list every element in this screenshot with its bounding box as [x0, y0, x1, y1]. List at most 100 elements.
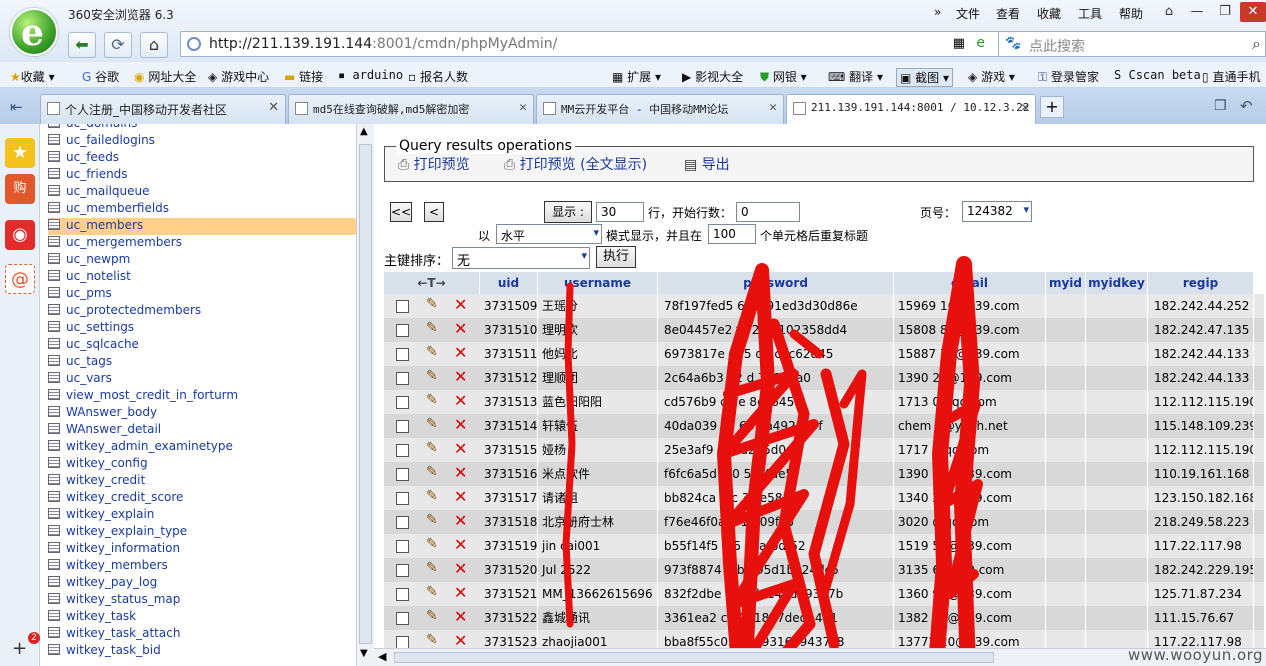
tab-phpmyadmin[interactable]: 211.139.191.144:8001 / 10.12.3.22 ✕: [786, 94, 1036, 124]
minimize-button[interactable]: —: [1184, 2, 1210, 22]
bookmark-arduino[interactable]: ▪ arduino: [338, 68, 403, 82]
table-list-item[interactable]: uc_friends: [48, 167, 356, 184]
table-list-item[interactable]: uc_domains: [48, 124, 356, 133]
table-list-item[interactable]: uc_vars: [48, 371, 356, 388]
menu-help[interactable]: 帮助: [1119, 5, 1143, 22]
table-icon[interactable]: [48, 168, 60, 179]
table-list-item[interactable]: witkey_credit_score: [48, 490, 356, 507]
tab-mm-forum[interactable]: MM云开发平台 - 中国移动MM论坛 ✕: [536, 94, 784, 124]
menu-chevron-icon[interactable]: »: [934, 5, 941, 19]
scroll-down-icon[interactable]: ▼: [360, 648, 368, 659]
bookmark-sites[interactable]: ◉ 网址大全: [134, 68, 196, 85]
table-icon[interactable]: [48, 151, 60, 162]
table-icon[interactable]: [48, 185, 60, 196]
table-icon[interactable]: [48, 253, 60, 264]
table-list-item[interactable]: witkey_pay_log: [48, 575, 356, 592]
table-list-item[interactable]: uc_tags: [48, 354, 356, 371]
table-icon[interactable]: [48, 304, 60, 315]
table-icon[interactable]: [48, 372, 60, 383]
toolbar-phone[interactable]: ▯ 直通手机: [1202, 68, 1260, 85]
sidebar-toggle-icon[interactable]: ⇤: [10, 98, 23, 116]
table-list-item[interactable]: witkey_credit: [48, 473, 356, 490]
qr-icon[interactable]: ▦: [953, 36, 965, 51]
table-name[interactable]: witkey_credit_score: [66, 490, 183, 504]
bookmark-links[interactable]: ▬ 链接: [284, 68, 323, 85]
search-box[interactable]: 🐾 点此搜索 ⌕: [998, 31, 1266, 57]
toolbar-screenshot[interactable]: ▣ 截图 ▾: [896, 68, 954, 87]
table-icon[interactable]: [48, 124, 60, 128]
table-name[interactable]: uc_memberfields: [66, 201, 169, 215]
table-icon[interactable]: [48, 491, 60, 502]
table-list-item[interactable]: uc_newpm: [48, 252, 356, 269]
bookmark-signups[interactable]: ▫ 报名人数: [408, 68, 468, 85]
toolbar-games[interactable]: ◈ 游戏 ▾: [968, 68, 1015, 85]
table-list-item[interactable]: witkey_admin_examinetype: [48, 439, 356, 456]
table-name[interactable]: witkey_status_map: [66, 592, 180, 606]
table-name[interactable]: uc_pms: [66, 286, 112, 300]
scroll-up-icon[interactable]: ▲: [360, 126, 368, 137]
table-icon[interactable]: [48, 457, 60, 468]
table-list-item[interactable]: uc_mergemembers: [48, 235, 356, 252]
table-icon[interactable]: [48, 593, 60, 604]
table-icon[interactable]: [48, 576, 60, 587]
toolbar-cscan[interactable]: S Cscan beta: [1114, 68, 1201, 82]
table-list-item[interactable]: uc_feeds: [48, 150, 356, 167]
new-tab-button[interactable]: +: [1040, 96, 1064, 118]
table-list-item[interactable]: witkey_task_attach: [48, 626, 356, 643]
home-button[interactable]: ⌂: [140, 32, 168, 58]
table-list-item[interactable]: witkey_explain: [48, 507, 356, 524]
table-icon[interactable]: [48, 338, 60, 349]
table-icon[interactable]: [48, 440, 60, 451]
table-list-item[interactable]: uc_protectedmembers: [48, 303, 356, 320]
menu-tools[interactable]: 工具: [1078, 5, 1102, 22]
table-name[interactable]: WAnswer_detail: [66, 422, 161, 436]
bookmark-google[interactable]: G 谷歌: [82, 68, 119, 85]
table-name[interactable]: uc_protectedmembers: [66, 303, 201, 317]
table-name[interactable]: witkey_information: [66, 541, 180, 555]
table-name[interactable]: uc_tags: [66, 354, 112, 368]
table-icon[interactable]: [48, 219, 60, 230]
table-name[interactable]: witkey_explain_type: [66, 524, 187, 538]
tab-cmdn-register[interactable]: 个人注册_中国移动开发者社区 ✕: [40, 94, 286, 124]
refresh-button[interactable]: ⟳: [104, 32, 132, 58]
table-icon[interactable]: [48, 287, 60, 298]
table-icon[interactable]: [48, 202, 60, 213]
table-list-item[interactable]: witkey_information: [48, 541, 356, 558]
tab-list-icon[interactable]: ❐: [1214, 98, 1227, 114]
table-list-item[interactable]: uc_settings: [48, 320, 356, 337]
toolbar-login-manager[interactable]: ⚿ 登录管家: [1038, 68, 1099, 85]
favorites-star-icon[interactable]: ★: [5, 138, 35, 168]
search-icon[interactable]: ⌕: [1252, 34, 1261, 54]
table-icon[interactable]: [48, 406, 60, 417]
skin-icon[interactable]: ⌂: [1156, 2, 1182, 22]
table-list-item[interactable]: view_most_credit_in_forturm: [48, 388, 356, 405]
address-bar[interactable]: http://211.139.191.144:8001/cmdn/phpMyAd…: [180, 31, 1020, 57]
table-name[interactable]: WAnswer_body: [66, 405, 157, 419]
table-name[interactable]: witkey_credit: [66, 473, 145, 487]
table-name[interactable]: witkey_members: [66, 558, 168, 572]
bookmark-games[interactable]: ◈ 游戏中心: [208, 68, 269, 85]
table-list-item[interactable]: uc_sqlcache: [48, 337, 356, 354]
maximize-button[interactable]: ❐: [1212, 2, 1238, 22]
table-list-item[interactable]: uc_members: [48, 218, 356, 235]
shopping-icon[interactable]: 购: [5, 174, 35, 204]
table-icon[interactable]: [48, 270, 60, 281]
table-icon[interactable]: [48, 508, 60, 519]
table-icon[interactable]: [48, 236, 60, 247]
tab-md5[interactable]: md5在线查询破解,md5解密加密 ✕: [288, 94, 534, 124]
table-list-item[interactable]: witkey_task_bid: [48, 643, 356, 660]
table-name[interactable]: witkey_config: [66, 456, 148, 470]
scroll-thumb[interactable]: [359, 144, 372, 644]
table-name[interactable]: uc_members: [66, 218, 143, 232]
table-list-item[interactable]: witkey_config: [48, 456, 356, 473]
table-name[interactable]: witkey_task_bid: [66, 643, 161, 657]
close-tab-icon[interactable]: ✕: [769, 100, 777, 115]
table-icon[interactable]: [48, 355, 60, 366]
table-name[interactable]: uc_failedlogins: [66, 133, 155, 147]
table-list-item[interactable]: WAnswer_body: [48, 405, 356, 422]
table-list-item[interactable]: witkey_members: [48, 558, 356, 575]
table-name[interactable]: uc_sqlcache: [66, 337, 139, 351]
table-icon[interactable]: [48, 525, 60, 536]
undo-close-icon[interactable]: ↶: [1240, 97, 1253, 115]
table-name[interactable]: uc_vars: [66, 371, 112, 385]
